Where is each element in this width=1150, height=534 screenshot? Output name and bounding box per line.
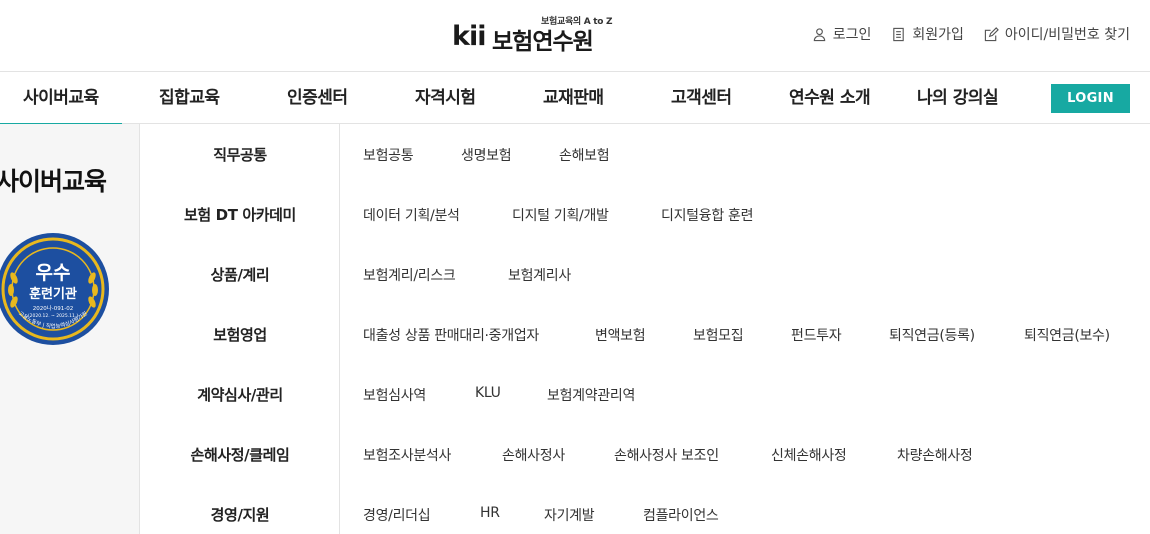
logo-name: 보험연수원 — [492, 29, 594, 55]
find-account-link-label: 아이디/비밀번호 찾기 — [1004, 27, 1130, 43]
menu-link[interactable]: 보험계리/리스크 — [363, 265, 456, 285]
menu-link[interactable]: 신체손해사정 — [771, 445, 847, 465]
category-insurance-sales[interactable]: 보험영업 — [140, 324, 340, 345]
badge-code: 2020나-091-02 — [33, 304, 74, 312]
category-underwriting[interactable]: 계약심사/관리 — [140, 384, 340, 405]
login-button[interactable]: LOGIN — [1051, 84, 1130, 113]
site-logo[interactable]: 보험교육의 A to Z kii 보험연수원 — [452, 14, 612, 55]
nav-textbook-sales[interactable]: 교재판매 — [543, 72, 604, 124]
menu-link[interactable]: 디지털융합 훈련 — [661, 205, 754, 225]
excellent-training-badge: 우수 훈련기관 2020나-091-02 (2020.12. ~ 2025.11… — [0, 233, 109, 345]
menu-link[interactable]: 퇴직연금(등록) — [889, 325, 975, 345]
mega-menu: 직무공통 보험 DT 아카데미 상품/계리 보험영업 계약심사/관리 손해사정/… — [140, 124, 1150, 534]
menu-link[interactable]: HR — [480, 505, 500, 521]
menu-link[interactable]: 차량손해사정 — [897, 445, 973, 465]
menu-link[interactable]: 생명보험 — [461, 145, 512, 165]
nav-about-institute[interactable]: 연수원 소개 — [789, 72, 871, 124]
menu-link[interactable]: 경영/리더십 — [363, 505, 431, 525]
main-nav: 사이버교육 집합교육 인증센터 자격시험 교재판매 고객센터 연수원 소개 나의… — [0, 72, 1150, 125]
utility-links: 로그인 회원가입 아이디/비밀번호 찾기 — [812, 24, 1130, 44]
category-management[interactable]: 경영/지원 — [140, 504, 340, 525]
category-job-common[interactable]: 직무공통 — [140, 144, 340, 165]
menu-link[interactable]: 퇴직연금(보수) — [1024, 325, 1110, 345]
logo-brand: kii — [452, 21, 486, 52]
nav-my-classroom[interactable]: 나의 강의실 — [917, 72, 999, 124]
menu-link[interactable]: 변액보험 — [595, 325, 646, 345]
badge-line1: 우수 — [36, 262, 71, 284]
login-link-label: 로그인 — [832, 27, 872, 43]
nav-customer-center[interactable]: 고객센터 — [671, 72, 732, 124]
nav-qualification-exam[interactable]: 자격시험 — [415, 72, 476, 124]
menu-link[interactable]: 보험심사역 — [363, 385, 426, 405]
menu-link[interactable]: 손해보험 — [559, 145, 610, 165]
menu-link[interactable]: 보험조사분석사 — [363, 445, 451, 465]
menu-link[interactable]: 보험모집 — [693, 325, 744, 345]
category-product-actuarial[interactable]: 상품/계리 — [140, 264, 340, 285]
find-account-link[interactable]: 아이디/비밀번호 찾기 — [984, 24, 1130, 44]
badge-line2: 훈련기관 — [29, 286, 77, 302]
menu-link[interactable]: 데이터 기획/분석 — [363, 205, 460, 225]
nav-certification-center[interactable]: 인증센터 — [287, 72, 348, 124]
category-column: 직무공통 보험 DT 아카데미 상품/계리 보험영업 계약심사/관리 손해사정/… — [140, 124, 340, 534]
menu-link[interactable]: 자기계발 — [544, 505, 595, 525]
menu-link[interactable]: 컴플라이언스 — [643, 505, 719, 525]
menu-link[interactable]: 손해사정사 — [502, 445, 565, 465]
signup-link[interactable]: 회원가입 — [891, 24, 964, 44]
nav-group-education[interactable]: 집합교육 — [159, 72, 220, 124]
edit-icon — [984, 26, 999, 41]
menu-link[interactable]: 손해사정사 보조인 — [614, 445, 719, 465]
category-claims[interactable]: 손해사정/클레임 — [140, 444, 340, 465]
document-icon — [893, 27, 905, 41]
menu-link[interactable]: KLU — [475, 385, 501, 401]
login-link[interactable]: 로그인 — [812, 24, 872, 44]
nav-cyber-education[interactable]: 사이버교육 — [0, 72, 122, 125]
menu-link[interactable]: 대출성 상품 판매대리·중개업자 — [363, 325, 539, 345]
menu-link[interactable]: 보험계리사 — [508, 265, 571, 285]
user-icon — [813, 27, 825, 41]
menu-link[interactable]: 디지털 기획/개발 — [512, 205, 609, 225]
top-header: 보험교육의 A to Z kii 보험연수원 로그인 회원가입 아이디/비밀번호… — [0, 0, 1150, 72]
category-dt-academy[interactable]: 보험 DT 아카데미 — [140, 204, 340, 225]
menu-link[interactable]: 펀드투자 — [791, 325, 842, 345]
badge-period: (2020.12. ~ 2025.11.) — [28, 313, 78, 319]
signup-link-label: 회원가입 — [912, 27, 964, 43]
menu-link[interactable]: 보험계약관리역 — [547, 385, 635, 405]
submenu-sidebar: 사이버교육 우수 훈련기관 2020나-091-02 (2020.12. ~ 2… — [0, 124, 140, 534]
section-title: 사이버교육 — [0, 167, 107, 196]
menu-link[interactable]: 보험공통 — [363, 145, 414, 165]
